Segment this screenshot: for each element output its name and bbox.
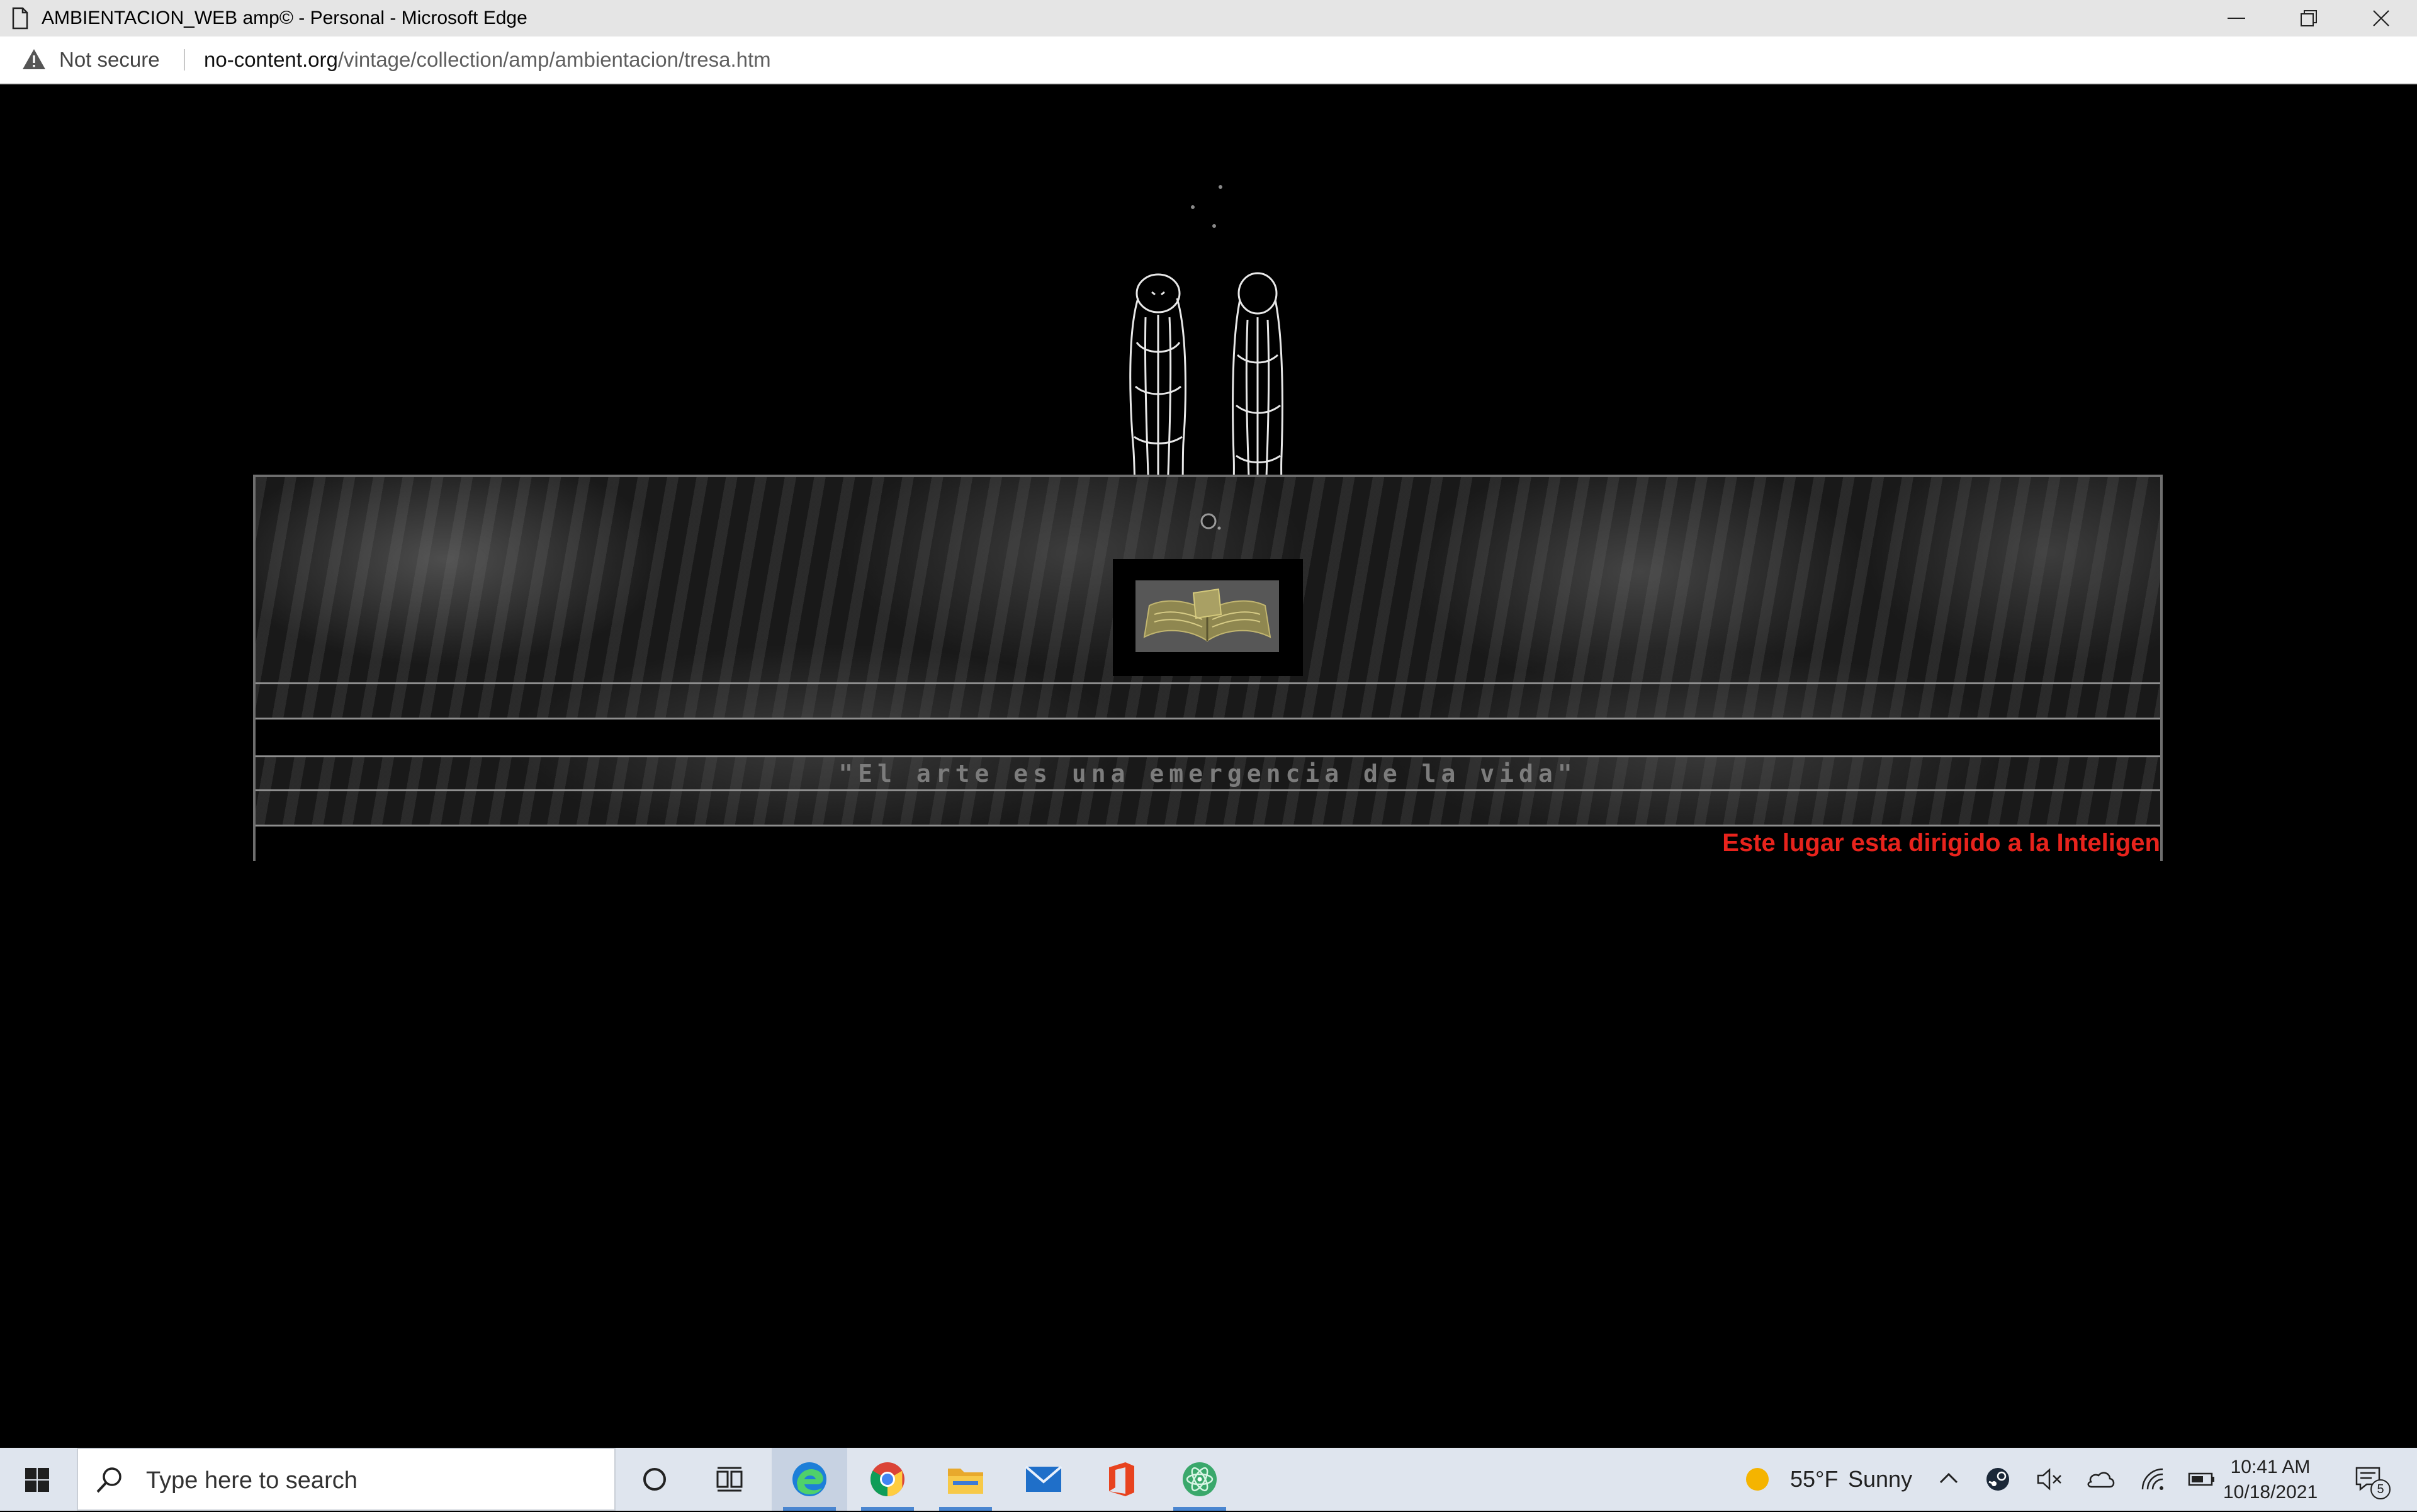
- cortana-button[interactable]: [617, 1448, 692, 1511]
- steam-icon[interactable]: [1985, 1467, 2010, 1492]
- file-explorer-icon: [948, 1469, 983, 1494]
- battery-icon[interactable]: [2188, 1472, 2216, 1487]
- page-icon: [12, 7, 28, 30]
- volume-muted-icon[interactable]: [2037, 1468, 2062, 1491]
- mail-icon: [1025, 1465, 1062, 1492]
- star-dot: [1219, 185, 1222, 189]
- atom-icon: [1183, 1462, 1217, 1496]
- office-taskbar-button[interactable]: [1084, 1448, 1159, 1511]
- star-dot: [1212, 224, 1216, 228]
- window-title: AMBIENTACION_WEB amp© - Personal - Micro…: [42, 8, 527, 28]
- notifications-button[interactable]: 5: [2348, 1460, 2392, 1499]
- close-icon: [2372, 10, 2389, 26]
- warning-icon[interactable]: [21, 48, 47, 71]
- address-bar[interactable]: Not secure no-content.org/vintage/collec…: [0, 37, 2417, 84]
- motto-text: "El arte es una emergencia de la vida": [838, 760, 1577, 787]
- windows-logo-icon: [25, 1468, 49, 1492]
- url-host: no-content.org: [204, 48, 338, 71]
- start-button[interactable]: [0, 1448, 74, 1511]
- atom-taskbar-button[interactable]: [1162, 1448, 1237, 1511]
- address-separator: [184, 49, 185, 71]
- taskbar: Type here to search 55°F Sunny 10:41 AM …: [0, 1448, 2417, 1511]
- book-image: [1135, 580, 1279, 652]
- divider-line: [256, 789, 2160, 791]
- show-hidden-icons-chevron-icon[interactable]: [1939, 1472, 1959, 1484]
- url-path: /vintage/collection/amp/ambientacion/tre…: [337, 48, 771, 71]
- open-book-icon: [1143, 588, 1271, 642]
- task-view-icon: [716, 1467, 743, 1492]
- file-explorer-taskbar-button[interactable]: [928, 1448, 1003, 1511]
- content-panel: "El arte es una emergencia de la vida" E…: [253, 475, 2163, 861]
- marquee-text: Este lugar esta dirigido a la Inteligen: [1722, 829, 2160, 857]
- task-view-button[interactable]: [692, 1448, 768, 1511]
- divider-line: [256, 755, 2160, 757]
- security-status[interactable]: Not secure: [59, 37, 160, 83]
- office-icon: [1109, 1462, 1134, 1496]
- star-dot: [1191, 205, 1195, 209]
- url-text[interactable]: no-content.org/vintage/collection/amp/am…: [204, 37, 771, 83]
- marquee: Este lugar esta dirigido a la Inteligen: [256, 827, 2160, 859]
- taskbar-search-box[interactable]: Type here to search: [77, 1448, 616, 1511]
- divider-line: [256, 682, 2160, 684]
- weather-temperature[interactable]: 55°F: [1790, 1448, 1838, 1511]
- search-placeholder: Type here to search: [146, 1467, 358, 1494]
- spinner-image: [1200, 513, 1221, 530]
- mail-taskbar-button[interactable]: [1006, 1448, 1081, 1511]
- chrome-icon: [870, 1462, 904, 1496]
- onedrive-cloud-icon[interactable]: [2086, 1469, 2115, 1488]
- restore-icon: [2300, 10, 2317, 26]
- web-page: "El arte es una emergencia de la vida" E…: [0, 84, 2417, 1448]
- clock-time[interactable]: 10:41 AM: [2223, 1457, 2318, 1478]
- edge-taskbar-button[interactable]: [772, 1448, 847, 1511]
- title-bar: AMBIENTACION_WEB amp© - Personal - Micro…: [0, 0, 2417, 37]
- edge-icon: [792, 1462, 826, 1496]
- chrome-taskbar-button[interactable]: [850, 1448, 925, 1511]
- clock-date[interactable]: 10/18/2021: [2223, 1482, 2318, 1503]
- book-image-frame: [1113, 559, 1303, 676]
- weather-sun-icon[interactable]: [1745, 1467, 1770, 1492]
- close-button[interactable]: [2345, 0, 2417, 37]
- weather-condition[interactable]: Sunny: [1848, 1448, 1912, 1511]
- minimize-button[interactable]: [2200, 0, 2272, 37]
- minimize-icon: [2227, 18, 2245, 19]
- search-icon: [96, 1467, 121, 1493]
- restore-button[interactable]: [2272, 0, 2345, 37]
- cortana-icon: [643, 1468, 666, 1491]
- motto-row: [256, 719, 2160, 757]
- notification-count: 5: [2370, 1479, 2391, 1499]
- wifi-icon[interactable]: [2140, 1467, 2165, 1492]
